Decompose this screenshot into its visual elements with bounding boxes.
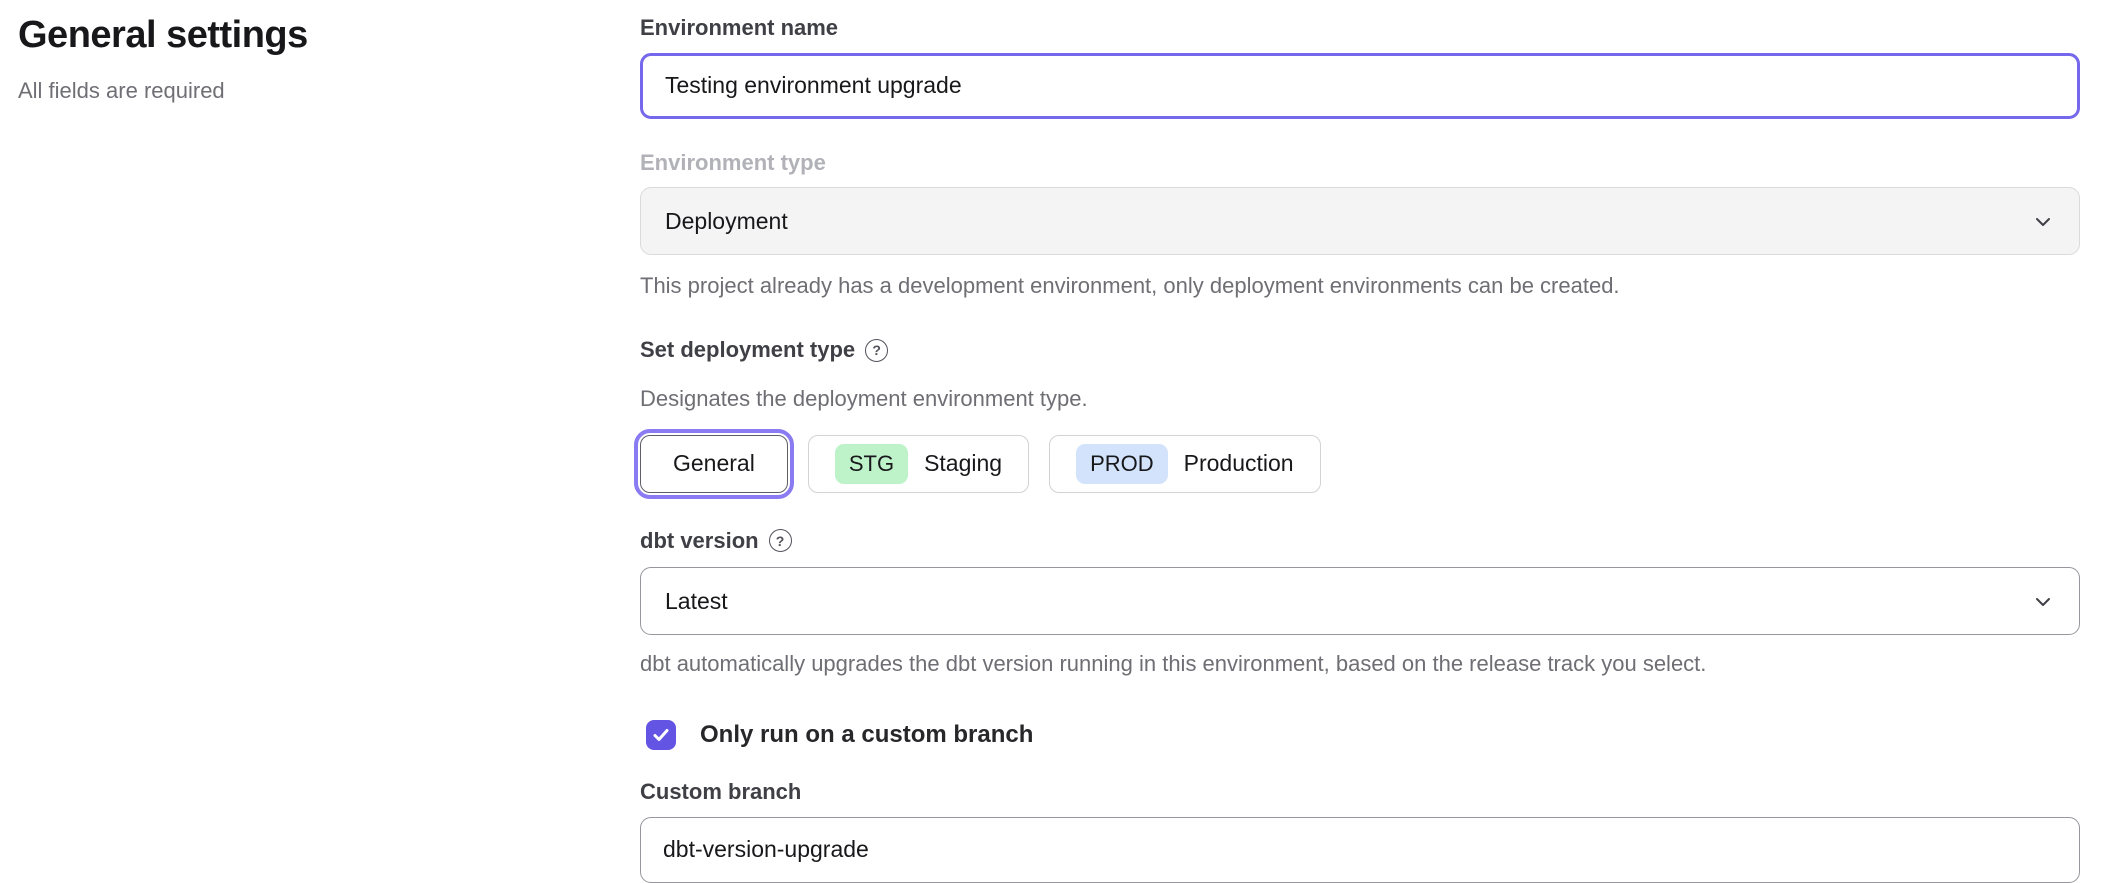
settings-form: Environment name Environment type Deploy… (640, 0, 2080, 883)
dbt-version-helper: dbt automatically upgrades the dbt versi… (640, 648, 2080, 680)
custom-branch-group: Custom branch (640, 778, 2080, 883)
deployment-type-helper: Designates the deployment environment ty… (640, 383, 2080, 415)
dbt-version-value: Latest (665, 588, 728, 615)
chevron-down-icon (2031, 589, 2055, 613)
deployment-type-option-staging-label: Staging (924, 450, 1002, 477)
custom-branch-toggle-row: Only run on a custom branch (640, 720, 2080, 750)
environment-type-group: Environment type Deployment This project… (640, 149, 2080, 302)
deployment-type-group: Set deployment type ? Designates the dep… (640, 336, 2080, 492)
settings-header-column: General settings All fields are required (18, 0, 640, 883)
deployment-type-label-row: Set deployment type ? (640, 336, 2080, 365)
general-settings-page: General settings All fields are required… (0, 0, 2116, 883)
environment-name-input[interactable] (640, 53, 2080, 119)
custom-branch-label: Custom branch (640, 778, 2080, 807)
deployment-type-option-production[interactable]: PROD Production (1049, 435, 1321, 493)
environment-type-label: Environment type (640, 149, 2080, 178)
custom-branch-toggle-label[interactable]: Only run on a custom branch (700, 721, 1033, 749)
check-icon (651, 725, 671, 745)
page-title: General settings (18, 12, 640, 60)
deployment-type-option-general-label: General (673, 450, 755, 477)
chevron-down-icon (2031, 209, 2055, 233)
production-badge: PROD (1076, 444, 1168, 484)
environment-type-value: Deployment (665, 208, 788, 235)
page-subtitle: All fields are required (18, 76, 640, 107)
environment-name-label: Environment name (640, 14, 2080, 43)
environment-type-helper: This project already has a development e… (640, 270, 2080, 302)
deployment-type-option-general[interactable]: General (640, 435, 788, 493)
deployment-type-option-production-label: Production (1184, 450, 1294, 477)
dbt-version-label: dbt version (640, 527, 759, 556)
staging-badge: STG (835, 444, 908, 484)
help-icon[interactable]: ? (769, 529, 792, 552)
dbt-version-select[interactable]: Latest (640, 567, 2080, 635)
dbt-version-group: dbt version ? Latest dbt automatically u… (640, 527, 2080, 680)
dbt-version-label-row: dbt version ? (640, 527, 2080, 556)
deployment-type-label: Set deployment type (640, 336, 855, 365)
custom-branch-checkbox[interactable] (646, 720, 676, 750)
deployment-type-option-staging[interactable]: STG Staging (808, 435, 1029, 493)
environment-name-group: Environment name (640, 14, 2080, 119)
custom-branch-input[interactable] (640, 817, 2080, 883)
environment-type-select[interactable]: Deployment (640, 187, 2080, 255)
deployment-type-options: General STG Staging PROD Production (640, 435, 2080, 493)
help-icon[interactable]: ? (865, 339, 888, 362)
